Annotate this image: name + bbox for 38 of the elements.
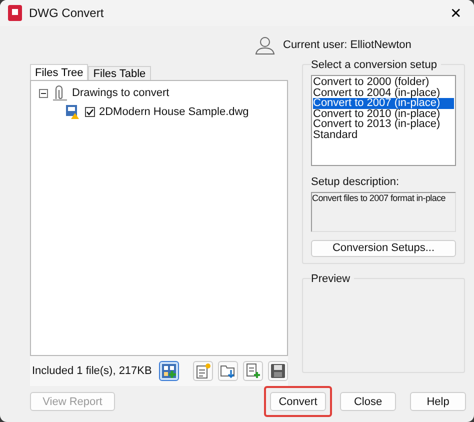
tab[interactable]: Files Table <box>88 66 151 80</box>
document-add-icon <box>245 363 261 379</box>
drawing-file-icon <box>65 104 81 120</box>
close-button[interactable]: ✕ <box>446 5 466 21</box>
conversion-setups-button[interactable]: Conversion Setups... <box>311 240 456 257</box>
collapse-toggle[interactable] <box>39 88 48 98</box>
folder-icon <box>220 363 236 379</box>
list-item[interactable]: Convert to 2013 (in-place) <box>313 119 454 130</box>
description-label: Setup description: <box>311 176 400 188</box>
list-item[interactable]: Convert to 2007 (in-place) <box>313 98 454 108</box>
group-title: Preview <box>311 273 354 285</box>
toolbar-button[interactable] <box>268 361 288 381</box>
list-item[interactable]: Convert to 2004 (in-place) <box>313 88 454 98</box>
window-title: DWG Convert <box>29 6 105 20</box>
app-logo-icon <box>8 5 22 21</box>
toolbar-button[interactable] <box>193 361 213 381</box>
toolbar-button[interactable] <box>218 361 238 381</box>
document-icon <box>195 363 211 379</box>
tree-item[interactable]: Drawings to convert <box>72 87 170 99</box>
list-item[interactable]: Standard <box>313 130 454 140</box>
current-user-label: Current user: ElliotNewton <box>283 39 412 51</box>
files-summary: Included 1 file(s), 217KB <box>32 365 153 377</box>
grid-icon <box>161 363 177 379</box>
group-title: Select a conversion setup <box>311 59 441 71</box>
save-icon <box>270 363 286 379</box>
tab[interactable]: Files Tree <box>30 64 88 80</box>
dialog-button[interactable]: Close <box>340 392 396 411</box>
description-box: Convert files to 2007 format in-place <box>311 192 456 232</box>
paperclip-icon <box>52 85 68 101</box>
toolbar-button[interactable] <box>243 361 263 381</box>
list-item[interactable]: Convert to 2000 (folder) <box>313 77 454 88</box>
list-item[interactable]: Convert to 2010 (in-place) <box>313 108 454 119</box>
user-icon <box>255 35 275 55</box>
tree-item[interactable]: 2DModern House Sample.dwg <box>99 106 249 118</box>
checkbox[interactable] <box>85 107 95 117</box>
dialog-button[interactable]: Convert <box>270 392 326 411</box>
dialog-button[interactable]: Help <box>410 392 466 411</box>
toolbar-button[interactable] <box>159 361 179 381</box>
